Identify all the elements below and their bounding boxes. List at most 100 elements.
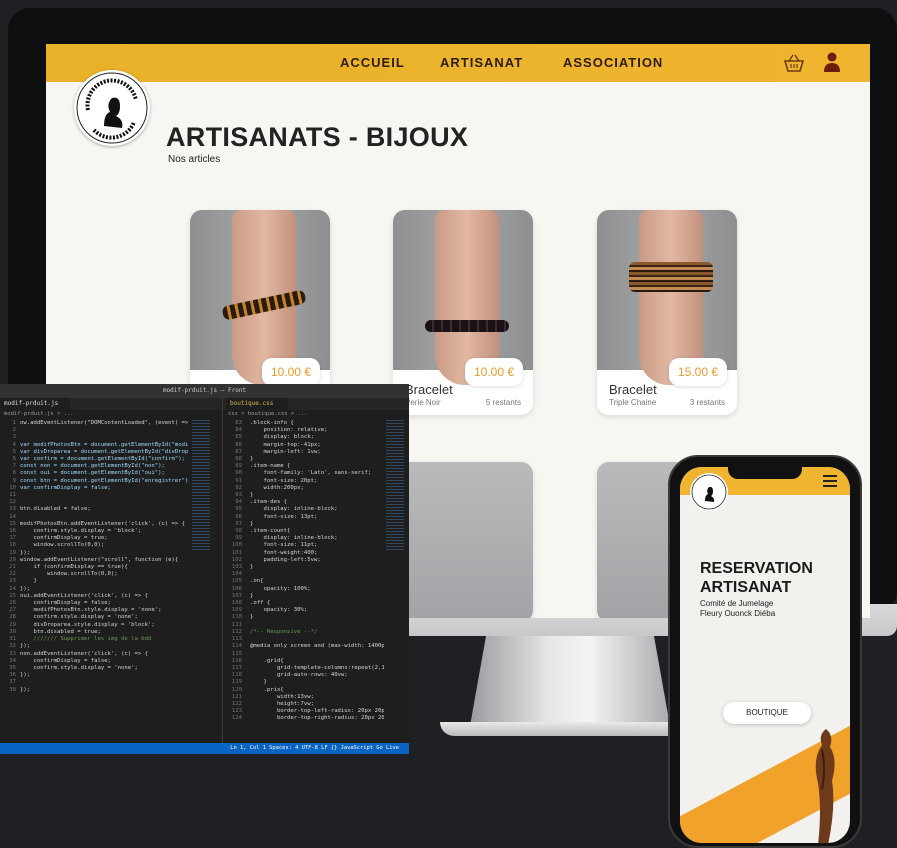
- code-line[interactable]: font-size: 11pt;: [250, 542, 384, 549]
- code-line[interactable]: non.addEventListener('click', (c) => {: [20, 651, 188, 658]
- code-line[interactable]: padding-left:5vw;: [250, 557, 384, 564]
- code-line[interactable]: [20, 434, 188, 441]
- code-line[interactable]: divDroparea.style.display = 'block';: [20, 622, 188, 629]
- code-line[interactable]: font-family: 'Lato', sans-serif;: [250, 470, 384, 477]
- code-line[interactable]: display: block;: [250, 434, 384, 441]
- code-line[interactable]: .grid{: [250, 658, 384, 665]
- code-line[interactable]: confirmDisplay = false;: [20, 658, 188, 665]
- minimap-js[interactable]: [192, 420, 210, 550]
- code-line[interactable]: grid-auto-rows: 40vw;: [250, 672, 384, 679]
- code-line[interactable]: var divDroparea = document.getElementByI…: [20, 449, 188, 456]
- code-line[interactable]: grid-template-columns:repeat(2,1fr: [250, 665, 384, 672]
- code-line[interactable]: window.scrollTo(0,0);: [20, 542, 188, 549]
- code-line[interactable]: confirm.style.display = 'none';: [20, 614, 188, 621]
- code-line[interactable]: });: [20, 550, 188, 557]
- code-line[interactable]: });: [20, 643, 188, 650]
- phone-title-line1: RESERVATION: [700, 560, 813, 577]
- hamburger-menu-icon[interactable]: [823, 475, 837, 487]
- product-card-partial[interactable]: [393, 462, 533, 618]
- tab-css-file[interactable]: boutique.css: [226, 398, 288, 410]
- minimap-css[interactable]: [386, 420, 404, 550]
- code-line[interactable]: height:7vw;: [250, 701, 384, 708]
- code-line[interactable]: .item-des {: [250, 499, 384, 506]
- code-line[interactable]: });: [20, 687, 188, 694]
- code-line[interactable]: modifPhotosBtn.addEventListener('click',…: [20, 521, 188, 528]
- nav-association[interactable]: ASSOCIATION: [563, 55, 663, 70]
- code-line[interactable]: .item-name {: [250, 463, 384, 470]
- code-line[interactable]: ow.addEventListener("DOMContentLoaded", …: [20, 420, 188, 427]
- code-line[interactable]: }: [250, 564, 384, 571]
- code-line[interactable]: });: [20, 672, 188, 679]
- code-line[interactable]: display: inline-block;: [250, 506, 384, 513]
- code-line[interactable]: font-size: 13pt;: [250, 514, 384, 521]
- code-line[interactable]: confirm.style.display = 'none';: [20, 665, 188, 672]
- code-line[interactable]: oui.addEventListener('click', (c) => {: [20, 593, 188, 600]
- code-line[interactable]: position: relative;: [250, 427, 384, 434]
- code-line[interactable]: confirm.style.display = 'block';: [20, 528, 188, 535]
- code-line[interactable]: [250, 636, 384, 643]
- code-line[interactable]: .off {: [250, 600, 384, 607]
- code-line[interactable]: .on{: [250, 578, 384, 585]
- status-text[interactable]: Ln 1, Col 1 Spaces: 4 UTF-8 LF {} JavaSc…: [230, 743, 399, 754]
- user-icon[interactable]: [824, 52, 840, 72]
- code-line[interactable]: width:13vw;: [250, 694, 384, 701]
- code-line[interactable]: font-weight:400;: [250, 550, 384, 557]
- code-line[interactable]: btn.disabled = true;: [20, 629, 188, 636]
- code-line[interactable]: confirmDisplay = false;: [20, 600, 188, 607]
- code-line[interactable]: }: [250, 679, 384, 686]
- code-line[interactable]: border-top-left-radius: 20px 20px;: [250, 708, 384, 715]
- code-line[interactable]: confirmDisplay = true;: [20, 535, 188, 542]
- code-line[interactable]: margin-left: 1vw;: [250, 449, 384, 456]
- association-logo[interactable]: [74, 70, 150, 146]
- code-line[interactable]: var confirmDisplay = false;: [20, 485, 188, 492]
- code-line[interactable]: }: [250, 492, 384, 499]
- code-line[interactable]: window.addEventListener("scroll", functi…: [20, 557, 188, 564]
- code-line[interactable]: window.scrollTo(0,0);: [20, 571, 188, 578]
- code-line[interactable]: const non = document.getElementById("non…: [20, 463, 188, 470]
- code-line[interactable]: display: inline-block;: [250, 535, 384, 542]
- code-line[interactable]: const oui = document.getElementById("oui…: [20, 470, 188, 477]
- code-line[interactable]: .item-count{: [250, 528, 384, 535]
- code-line[interactable]: .block-info {: [250, 420, 384, 427]
- code-line[interactable]: modifPhotosBtn.style.display = 'none';: [20, 607, 188, 614]
- code-line[interactable]: @media only screen and (max-width: 1400p…: [250, 643, 384, 650]
- code-line[interactable]: var modifPhotosBtn = document.getElement…: [20, 442, 188, 449]
- basket-icon[interactable]: [784, 54, 804, 72]
- code-line[interactable]: [20, 514, 188, 521]
- code-line[interactable]: }: [250, 614, 384, 621]
- code-line[interactable]: }: [20, 578, 188, 585]
- code-line[interactable]: opacity: 100%;: [250, 586, 384, 593]
- code-line[interactable]: width:200px;: [250, 485, 384, 492]
- boutique-button[interactable]: BOUTIQUE: [723, 702, 811, 724]
- code-line[interactable]: [20, 427, 188, 434]
- nav-accueil[interactable]: ACCUEIL: [340, 55, 405, 70]
- code-line[interactable]: }: [250, 521, 384, 528]
- code-line[interactable]: [250, 651, 384, 658]
- code-line[interactable]: if (confirmDisplay == true){: [20, 564, 188, 571]
- code-line[interactable]: [20, 679, 188, 686]
- nav-artisanat[interactable]: ARTISANAT: [440, 55, 523, 70]
- code-line[interactable]: }: [250, 456, 384, 463]
- code-line[interactable]: }: [250, 593, 384, 600]
- tab-js-file[interactable]: modif-prduit.js: [0, 398, 70, 410]
- code-line[interactable]: /*-- Responsive --*/: [250, 629, 384, 636]
- code-line[interactable]: [250, 622, 384, 629]
- phone-logo[interactable]: [690, 473, 728, 511]
- code-line[interactable]: var confirm = document.getElementById("c…: [20, 456, 188, 463]
- js-code-pane[interactable]: ow.addEventListener("DOMContentLoaded", …: [20, 420, 188, 694]
- code-line[interactable]: margin-top:-41px;: [250, 442, 384, 449]
- code-line[interactable]: btn.disabled = false;: [20, 506, 188, 513]
- code-line[interactable]: /////// Supprimer les img de la bdd: [20, 636, 188, 643]
- code-line[interactable]: [20, 499, 188, 506]
- code-line[interactable]: opacity: 30%;: [250, 607, 384, 614]
- product-card[interactable]: 15.00 € Bracelet Triple Chaine 3 restant…: [597, 210, 737, 415]
- code-line[interactable]: .prix{: [250, 687, 384, 694]
- css-code-pane[interactable]: .block-info { position: relative; displa…: [250, 420, 384, 723]
- code-line[interactable]: const btn = document.getElementById("enr…: [20, 478, 188, 485]
- code-line[interactable]: border-top-right-radius: 20px 20px;: [250, 715, 384, 722]
- code-line[interactable]: [250, 571, 384, 578]
- code-line[interactable]: });: [20, 586, 188, 593]
- code-line[interactable]: [20, 492, 188, 499]
- product-card[interactable]: 10.00 € Bracelet Perle Noir 5 restants: [393, 210, 533, 415]
- code-line[interactable]: font-size: 20pt;: [250, 478, 384, 485]
